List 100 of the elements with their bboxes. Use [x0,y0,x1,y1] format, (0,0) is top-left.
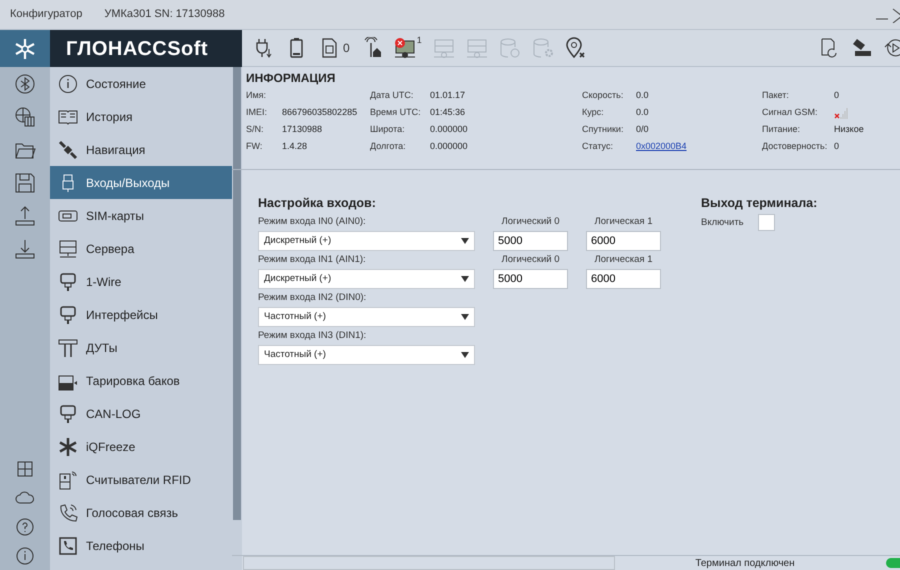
sidebar-item[interactable]: ДУТы [50,331,232,364]
status-link[interactable]: 0x002000B4 [636,140,687,154]
sidebar-item[interactable]: История [50,100,232,133]
help-icon[interactable] [15,516,35,536]
field-label: Режим входа IN3 (DIN1): [258,328,368,343]
field-value: 0 [834,140,840,154]
field-value: 1.4.28 [282,140,308,154]
sidebar-item[interactable]: Телефоны [50,529,232,562]
field-label: Время UTC: [370,106,422,120]
icon-label: 0 [343,40,350,57]
close-icon[interactable] [892,6,900,22]
field-label: Скорость: [582,89,624,102]
device-title: УМКа301 SN: 17130988 [104,7,225,22]
mode-select[interactable]: Частотный (+) [258,306,475,327]
sidebar-item[interactable]: Тарировка баков [50,364,232,397]
section-heading: Выход терминала: [701,195,818,212]
field-value: Низкое [834,123,864,136]
field-value: 01.01.17 [430,89,466,102]
sidebar-item[interactable]: Сервера [50,232,232,265]
connector-icon[interactable] [58,404,78,424]
field-label: Сигнал GSM: [762,106,819,120]
signal-icon [834,106,848,119]
field-label: Логическая 1 [594,214,652,229]
field-label: S/N: [246,123,265,136]
field-label: Режим входа IN2 (DIN0): [258,290,368,305]
caret-icon [461,276,469,282]
field-label: Дата UTC: [370,89,414,102]
stamp-icon[interactable] [851,37,873,59]
sensor-icon[interactable] [58,338,78,358]
window-title: Конфигуратор [10,7,82,22]
info-icon[interactable] [15,546,35,566]
snowflake-icon[interactable] [58,436,78,456]
upload-icon[interactable] [14,204,36,226]
field-value: 0.000000 [430,123,468,136]
download-icon[interactable] [14,238,36,260]
field-label: Логический 0 [502,252,560,267]
number-field[interactable]: 6000 [586,268,661,289]
field-label: Режим входа IN1 (AIN1): [258,252,367,267]
field-label: Долгота: [370,140,407,154]
icon-label: 1 [416,34,422,48]
field-label: FW: [246,140,264,154]
card-reader-icon[interactable] [58,470,78,490]
bluetooth-icon[interactable] [14,72,36,94]
connector-icon[interactable] [58,272,78,292]
connector-icon[interactable] [58,304,78,324]
phonebook-icon[interactable] [58,536,78,556]
field-label: Достоверность: [762,140,828,154]
save-icon[interactable] [14,172,36,194]
caret-icon [461,314,469,320]
mode-select[interactable]: Дискретный (+) [258,230,475,251]
field-label: Курс: [582,106,605,120]
field-label: Имя: [246,89,268,102]
phone-icon[interactable] [58,502,78,522]
status-text: Терминал подключен [694,556,796,570]
checkbox-label: Включить [701,216,744,230]
mode-select[interactable]: Дискретный (+) [258,268,475,289]
field-value: 01:45:36 [430,106,466,120]
field-label: Логическая 1 [594,252,652,267]
number-field[interactable]: 5000 [493,230,568,251]
location-off-icon[interactable] [564,37,587,59]
sidebar-item[interactable]: 1-Wire [50,265,232,298]
field-label: Статус: [582,140,614,154]
field-value: 0 [834,89,840,102]
replay-icon[interactable] [884,37,900,59]
sidebar-item[interactable]: Состояние [50,67,232,100]
sidebar-item[interactable]: Считыватели RFID [50,463,232,496]
sidebar-item[interactable]: Навигация [50,133,232,166]
sidebar-item[interactable]: SIM-карты [50,199,232,232]
field-label: Спутники: [582,123,624,136]
field-value: 0.0 [636,106,649,120]
globe-grid-icon[interactable] [14,106,36,128]
sidebar-item[interactable]: Входы/Выходы [50,166,232,199]
field-label: Логический 0 [502,214,560,229]
sidebar-item[interactable]: Интерфейсы [50,298,232,331]
info-heading: ИНФОРМАЦИЯ [246,71,336,86]
field-value: 17130988 [282,123,322,136]
field-value: 0.0 [636,89,649,102]
info-icon[interactable] [58,74,78,94]
logo-text: ГЛОНАССSoft [50,30,242,67]
field-value: 0.000000 [430,140,468,154]
sidebar-item[interactable]: CAN-LOG [50,397,232,430]
server-error-icon[interactable] [394,37,416,59]
field-value: 0/0 [636,123,649,136]
field-label: Режим входа IN0 (AIN0): [258,214,367,229]
scrollbar-thumb[interactable] [233,67,241,520]
field-value: 866796035802285 [282,106,358,120]
field-label: Широта: [370,123,406,136]
sidebar-item[interactable]: Голосовая связь [50,496,232,529]
enable-checkbox[interactable] [758,214,775,232]
number-field[interactable]: 6000 [586,230,661,251]
satellite-icon[interactable] [58,140,78,160]
section-heading: Настройка входов: [258,195,377,212]
number-field[interactable]: 5000 [493,268,568,289]
calculator-icon[interactable] [15,458,35,478]
server-icon[interactable] [58,238,78,258]
caret-icon [461,238,469,244]
sidebar-item[interactable]: iQFreeze [50,430,232,463]
snowflake-logo-icon [14,38,36,60]
mode-select[interactable]: Частотный (+) [258,344,475,365]
field-label: Пакет: [762,89,790,102]
